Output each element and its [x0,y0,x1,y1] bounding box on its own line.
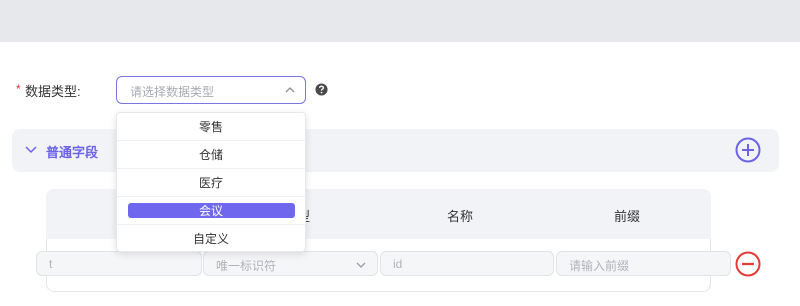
section-title: 普通字段 [46,145,99,160]
top-bar [0,0,800,42]
field-name-input[interactable]: id [380,251,554,276]
plus-circle-icon[interactable] [735,137,761,163]
data-type-select-placeholder: 请选择数据类型 [130,85,215,99]
chevron-up-icon [285,87,295,93]
chevron-down-icon [356,262,366,268]
field-type-value: 唯一标识符 [216,259,277,273]
data-type-dropdown: 零售 仓储 医疗 会议 自定义 [116,112,306,252]
field-type-select[interactable]: 唯一标识符 [203,251,378,276]
data-type-label: 数据类型: [25,84,81,99]
field-key-input[interactable]: t [36,251,202,276]
dropdown-option-custom[interactable]: 自定义 [117,225,305,251]
dropdown-option-warehouse[interactable]: 仓储 [117,141,305,169]
field-key-value: t [49,257,53,271]
dropdown-option-medical[interactable]: 医疗 [117,169,305,197]
dropdown-option-meeting[interactable]: 会议 [117,197,305,225]
required-mark: * [16,82,21,96]
field-prefix-input[interactable]: 请输入前缀 [556,251,731,276]
minus-circle-icon[interactable] [735,251,761,277]
question-circle-icon[interactable] [315,83,328,96]
data-type-form-row: * 数据类型: 请选择数据类型 [0,75,800,104]
column-header-name: 名称 [447,209,474,224]
field-name-value: id [393,257,403,271]
field-prefix-placeholder: 请输入前缀 [569,259,630,273]
chevron-down-icon[interactable] [24,144,38,156]
dropdown-option-retail[interactable]: 零售 [117,113,305,141]
data-type-select[interactable]: 请选择数据类型 [116,76,306,104]
column-header-prefix: 前缀 [614,209,641,224]
